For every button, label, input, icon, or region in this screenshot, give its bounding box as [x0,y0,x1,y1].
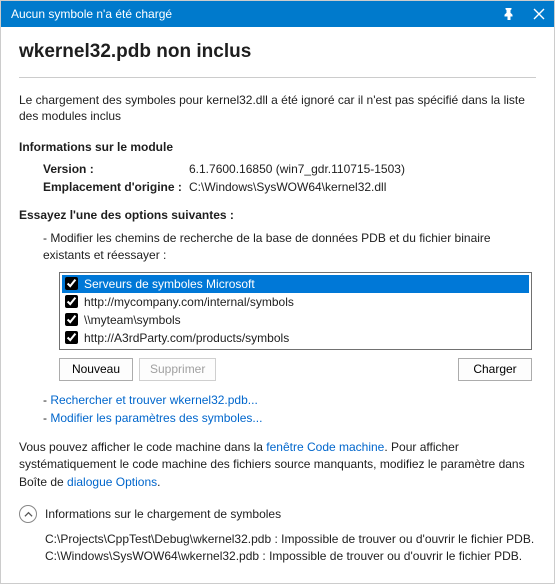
version-value: 6.1.7600.16850 (win7_gdr.110715-1503) [189,162,536,176]
footer-text: Vous pouvez afficher le code machine dan… [19,439,536,491]
divider [19,77,536,78]
list-item-checkbox[interactable] [65,313,78,326]
find-pdb-link[interactable]: Rechercher et trouver wkernel32.pdb... [50,393,257,407]
list-item-checkbox[interactable] [65,277,78,290]
chevron-up-icon[interactable] [19,505,37,523]
options-dialog-link[interactable]: dialogue Options [67,475,157,489]
list-item-label: \\myteam\symbols [84,313,181,327]
list-item-label: http://mycompany.com/internal/symbols [84,295,294,309]
list-item[interactable]: http://A3rdParty.com/products/symbols [62,329,529,347]
origin-label: Emplacement d'origine : [43,180,189,194]
new-button[interactable]: Nouveau [59,358,133,381]
list-item[interactable]: Serveurs de symboles Microsoft [62,275,529,293]
options-title: Essayez l'une des options suivantes : [19,208,536,222]
log-line: C:\Projects\CppTest\Debug\wkernel32.pdb … [45,531,536,548]
module-info: Version : 6.1.7600.16850 (win7_gdr.11071… [43,162,536,194]
titlebar: Aucun symbole n'a été chargé [1,1,554,27]
page-title: wkernel32.pdb non inclus [19,41,536,63]
list-item-label: http://A3rdParty.com/products/symbols [84,331,289,345]
symbol-dialog: Aucun symbole n'a été chargé wkernel32.p… [0,0,555,584]
load-info-expander: Informations sur le chargement de symbol… [19,505,536,523]
log-line: C:\Windows\SysWOW64\wkernel32.pdb : Impo… [45,548,536,565]
list-item[interactable]: \\myteam\symbols [62,311,529,329]
close-icon[interactable] [524,1,554,27]
content-area: wkernel32.pdb non inclus Le chargement d… [1,27,554,583]
modify-symbols-link[interactable]: Modifier les paramètres des symboles... [50,411,262,425]
version-label: Version : [43,162,189,176]
titlebar-text: Aucun symbole n'a été chargé [11,7,172,21]
list-item-checkbox[interactable] [65,331,78,344]
modify-paths-text: - Modifier les chemins de recherche de l… [43,230,536,264]
delete-button[interactable]: Supprimer [139,358,216,381]
module-info-title: Informations sur le module [19,140,536,154]
origin-value: C:\Windows\SysWOW64\kernel32.dll [189,180,536,194]
button-row: Nouveau Supprimer Charger [59,358,532,381]
links-block: - Rechercher et trouver wkernel32.pdb...… [43,393,536,425]
description-text: Le chargement des symboles pour kernel32… [19,92,536,124]
list-item[interactable]: http://mycompany.com/internal/symbols [62,293,529,311]
load-info-log: C:\Projects\CppTest\Debug\wkernel32.pdb … [45,531,536,565]
list-item-label: Serveurs de symboles Microsoft [84,277,255,291]
symbol-paths-listbox[interactable]: Serveurs de symboles Microsoft http://myc… [59,272,532,350]
load-info-title: Informations sur le chargement de symbol… [45,507,281,521]
code-machine-link[interactable]: fenêtre Code machine [266,440,384,454]
pin-icon[interactable] [494,1,524,27]
list-item-checkbox[interactable] [65,295,78,308]
load-button[interactable]: Charger [458,358,532,381]
